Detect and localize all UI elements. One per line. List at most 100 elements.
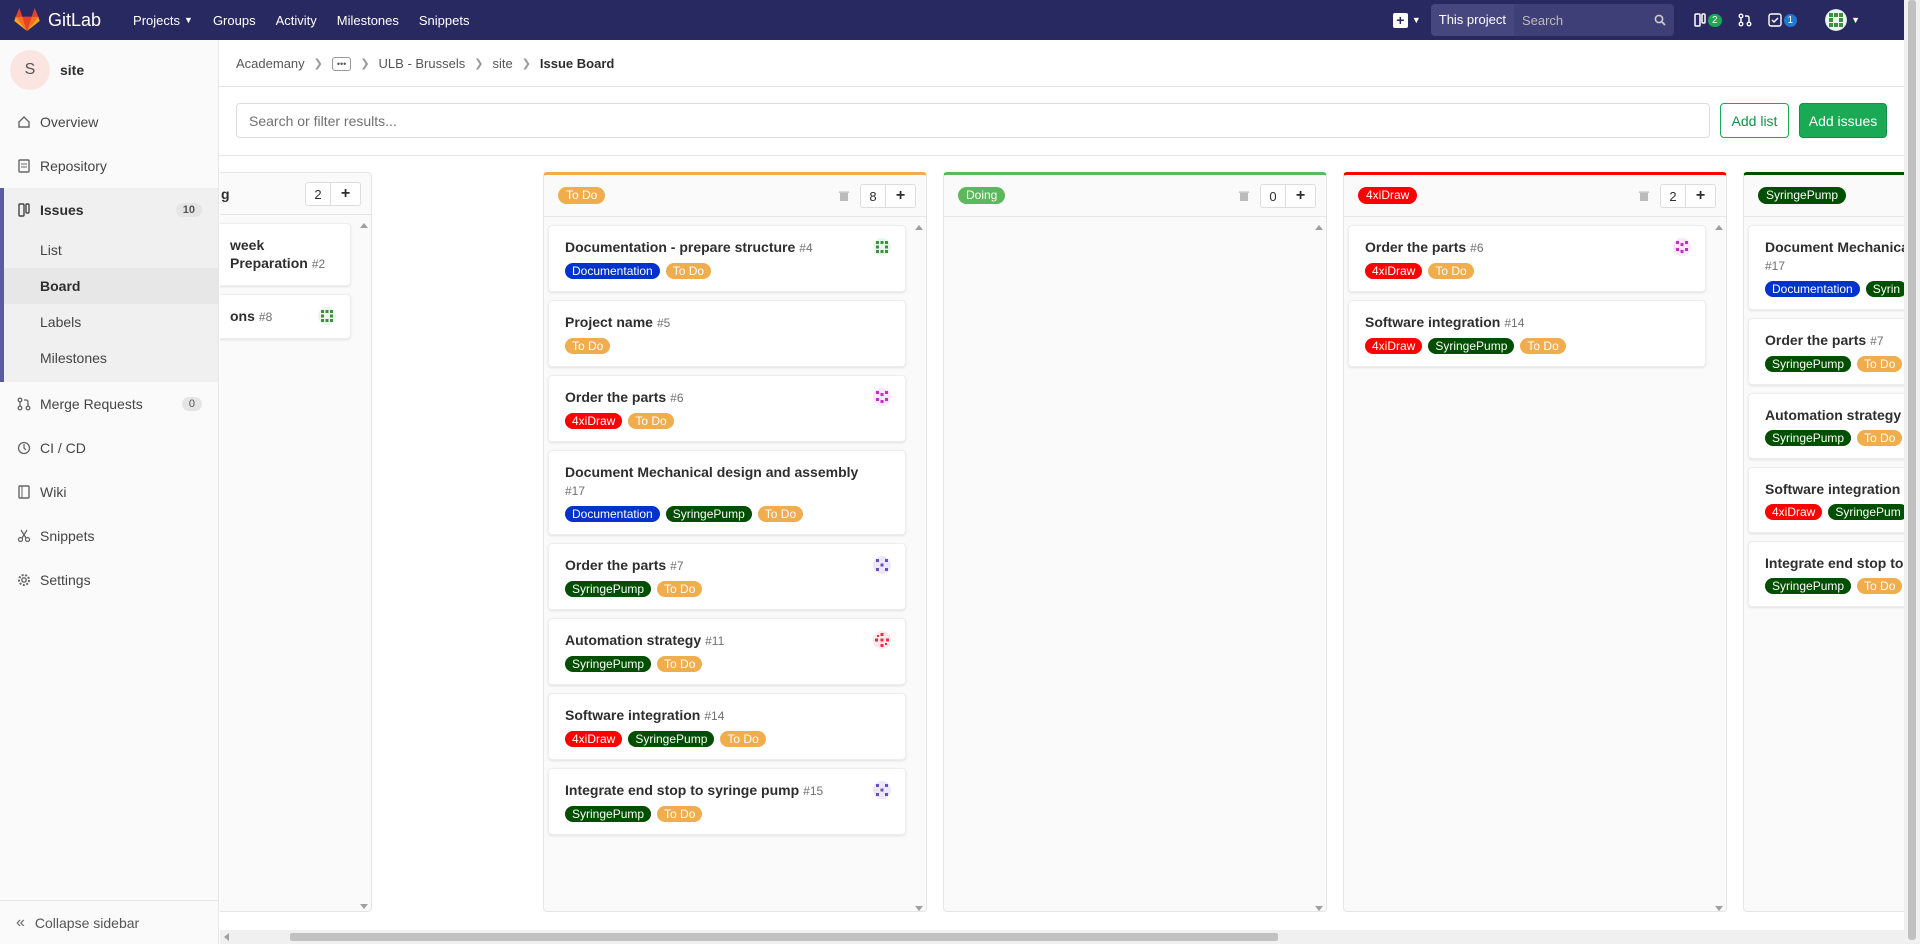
search-scope[interactable]: This project: [1430, 4, 1514, 36]
assignee-avatar-icon[interactable]: [873, 556, 891, 574]
sidebar-subitem-list[interactable]: List: [4, 232, 218, 268]
label-documentation[interactable]: Documentation: [565, 506, 660, 522]
sidebar-item-repository[interactable]: Repository: [0, 144, 218, 188]
label-4xidraw[interactable]: 4xiDraw: [565, 731, 623, 747]
label-todo[interactable]: To Do: [1857, 356, 1903, 372]
breadcrumb-more-button[interactable]: •••: [331, 56, 352, 71]
label-4xidraw[interactable]: 4xiDraw: [565, 413, 623, 429]
label-syringepump[interactable]: SyringePump: [565, 806, 652, 822]
issue-card[interactable]: Order the parts #6 4xiDraw To Do: [548, 375, 906, 442]
list-label[interactable]: Doing: [958, 187, 1006, 204]
list-label[interactable]: 4xiDraw: [1358, 187, 1418, 204]
trash-icon[interactable]: [1238, 190, 1250, 202]
sidebar-item-settings[interactable]: Settings: [0, 558, 218, 602]
issue-card[interactable]: Order the parts #7 SyringePump To Do: [1748, 318, 1904, 385]
label-syringepump[interactable]: SyringePump: [1765, 430, 1852, 446]
issue-card[interactable]: ons #8: [220, 294, 351, 339]
issue-card[interactable]: Document Mechanica #17 Documentation Syri…: [1748, 225, 1904, 310]
assignee-avatar-icon[interactable]: [1673, 238, 1691, 256]
add-issue-button[interactable]: +: [1686, 184, 1716, 208]
sidebar-item-merge-requests[interactable]: Merge Requests 0: [0, 382, 218, 426]
nav-activity[interactable]: Activity: [266, 0, 327, 40]
add-issue-button[interactable]: +: [331, 182, 361, 206]
trash-icon[interactable]: [838, 190, 850, 202]
list-scrollbar[interactable]: [1312, 225, 1324, 911]
nav-snippets[interactable]: Snippets: [409, 0, 480, 40]
issue-card[interactable]: Order the parts #7 SyringePump To Do: [548, 543, 906, 610]
collapse-sidebar-button[interactable]: « Collapse sidebar: [0, 900, 218, 944]
list-scrollbar[interactable]: [1712, 225, 1724, 911]
assignee-avatar-icon[interactable]: [873, 238, 891, 256]
label-4xidraw[interactable]: 4xiDraw: [1365, 338, 1423, 354]
sidebar-subitem-board[interactable]: Board: [4, 268, 218, 304]
assignee-avatar-icon[interactable]: [873, 781, 891, 799]
breadcrumb-academany[interactable]: Academany: [236, 56, 305, 71]
merge-requests-nav-button[interactable]: [1738, 13, 1752, 27]
scrollbar-thumb[interactable]: [1908, 0, 1916, 940]
list-scrollbar[interactable]: [357, 223, 369, 909]
breadcrumb-site[interactable]: site: [492, 56, 512, 71]
sidebar-item-snippets[interactable]: Snippets: [0, 514, 218, 558]
list-label[interactable]: SyringePump: [1758, 187, 1847, 204]
label-syringepump[interactable]: Syrin: [1865, 281, 1904, 297]
label-syringepump[interactable]: SyringePump: [565, 656, 652, 672]
label-syringepump[interactable]: SyringePump: [665, 506, 752, 522]
new-dropdown-button[interactable]: + ▼: [1392, 12, 1421, 28]
label-syringepump[interactable]: SyringePum: [1828, 504, 1904, 520]
sidebar-item-overview[interactable]: Overview: [0, 100, 218, 144]
label-syringepump[interactable]: SyringePump: [628, 731, 715, 747]
add-issues-button[interactable]: Add issues: [1799, 103, 1887, 138]
assignee-avatar-icon[interactable]: [873, 631, 891, 649]
sidebar-subitem-labels[interactable]: Labels: [4, 304, 218, 340]
nav-milestones[interactable]: Milestones: [327, 0, 409, 40]
scroll-left-arrow[interactable]: [224, 933, 229, 941]
scrollbar-thumb[interactable]: [290, 933, 1278, 941]
label-todo[interactable]: To Do: [665, 263, 712, 279]
trash-icon[interactable]: [1638, 190, 1650, 202]
assignee-avatar-icon[interactable]: [873, 388, 891, 406]
label-todo[interactable]: To Do: [1428, 263, 1474, 279]
breadcrumb-current[interactable]: Issue Board: [540, 56, 614, 71]
label-todo[interactable]: To Do: [657, 656, 703, 672]
nav-groups[interactable]: Groups: [203, 0, 266, 40]
label-syringepump[interactable]: SyringePump: [1765, 356, 1852, 372]
label-todo[interactable]: To Do: [657, 581, 703, 597]
issue-card[interactable]: Integrate end stop to syringe pump #15 Sy…: [548, 768, 906, 835]
label-syringepump[interactable]: SyringePump: [1428, 338, 1515, 354]
issue-card[interactable]: Automation strategy #11 SyringePump To Do: [548, 618, 906, 685]
issues-nav-button[interactable]: 2: [1694, 13, 1722, 27]
label-4xidraw[interactable]: 4xiDraw: [1365, 263, 1423, 279]
nav-projects[interactable]: Projects ▼: [123, 0, 203, 40]
list-label[interactable]: To Do: [558, 187, 606, 204]
label-syringepump[interactable]: SyringePump: [1765, 578, 1852, 594]
label-todo[interactable]: To Do: [628, 413, 674, 429]
todos-nav-button[interactable]: 1: [1767, 13, 1798, 27]
list-scrollbar[interactable]: [912, 225, 924, 911]
add-issue-button[interactable]: +: [1286, 184, 1316, 208]
label-todo[interactable]: To Do: [720, 731, 766, 747]
assignee-avatar-icon[interactable]: [318, 307, 336, 325]
label-todo[interactable]: To Do: [1520, 338, 1566, 354]
add-issue-button[interactable]: +: [886, 184, 916, 208]
sidebar-project-header[interactable]: S site: [0, 40, 218, 100]
search-input[interactable]: Search: [1513, 4, 1674, 36]
gitlab-logo[interactable]: GitLab: [0, 0, 115, 40]
issue-card[interactable]: Integrate end stop to SyringePump To Do: [1748, 541, 1904, 607]
label-todo[interactable]: To Do: [1857, 578, 1903, 594]
add-list-button[interactable]: Add list: [1720, 103, 1789, 138]
label-documentation[interactable]: Documentation: [565, 263, 660, 279]
label-todo[interactable]: To Do: [1857, 430, 1903, 446]
issue-card[interactable]: Documentation - prepare structure #4 Docu…: [548, 225, 906, 292]
label-syringepump[interactable]: SyringePump: [565, 581, 652, 597]
label-todo[interactable]: To Do: [657, 806, 703, 822]
issue-card[interactable]: Software integration 4xiDraw SyringePum: [1748, 467, 1904, 533]
label-todo[interactable]: To Do: [565, 338, 611, 354]
issue-card[interactable]: Document Mechanical design and assembly #…: [548, 450, 906, 535]
label-documentation[interactable]: Documentation: [1765, 281, 1860, 297]
issue-card[interactable]: Software integration #14 4xiDraw SyringeP…: [548, 693, 906, 760]
label-todo[interactable]: To Do: [757, 506, 804, 522]
issue-card[interactable]: Software integration #14 4xiDraw SyringeP…: [1348, 300, 1706, 367]
board-horizontal-scrollbar[interactable]: [220, 930, 1904, 944]
issue-card[interactable]: Order the parts #6 4xiDraw To Do: [1348, 225, 1706, 292]
sidebar-subitem-milestones[interactable]: Milestones: [4, 340, 218, 376]
